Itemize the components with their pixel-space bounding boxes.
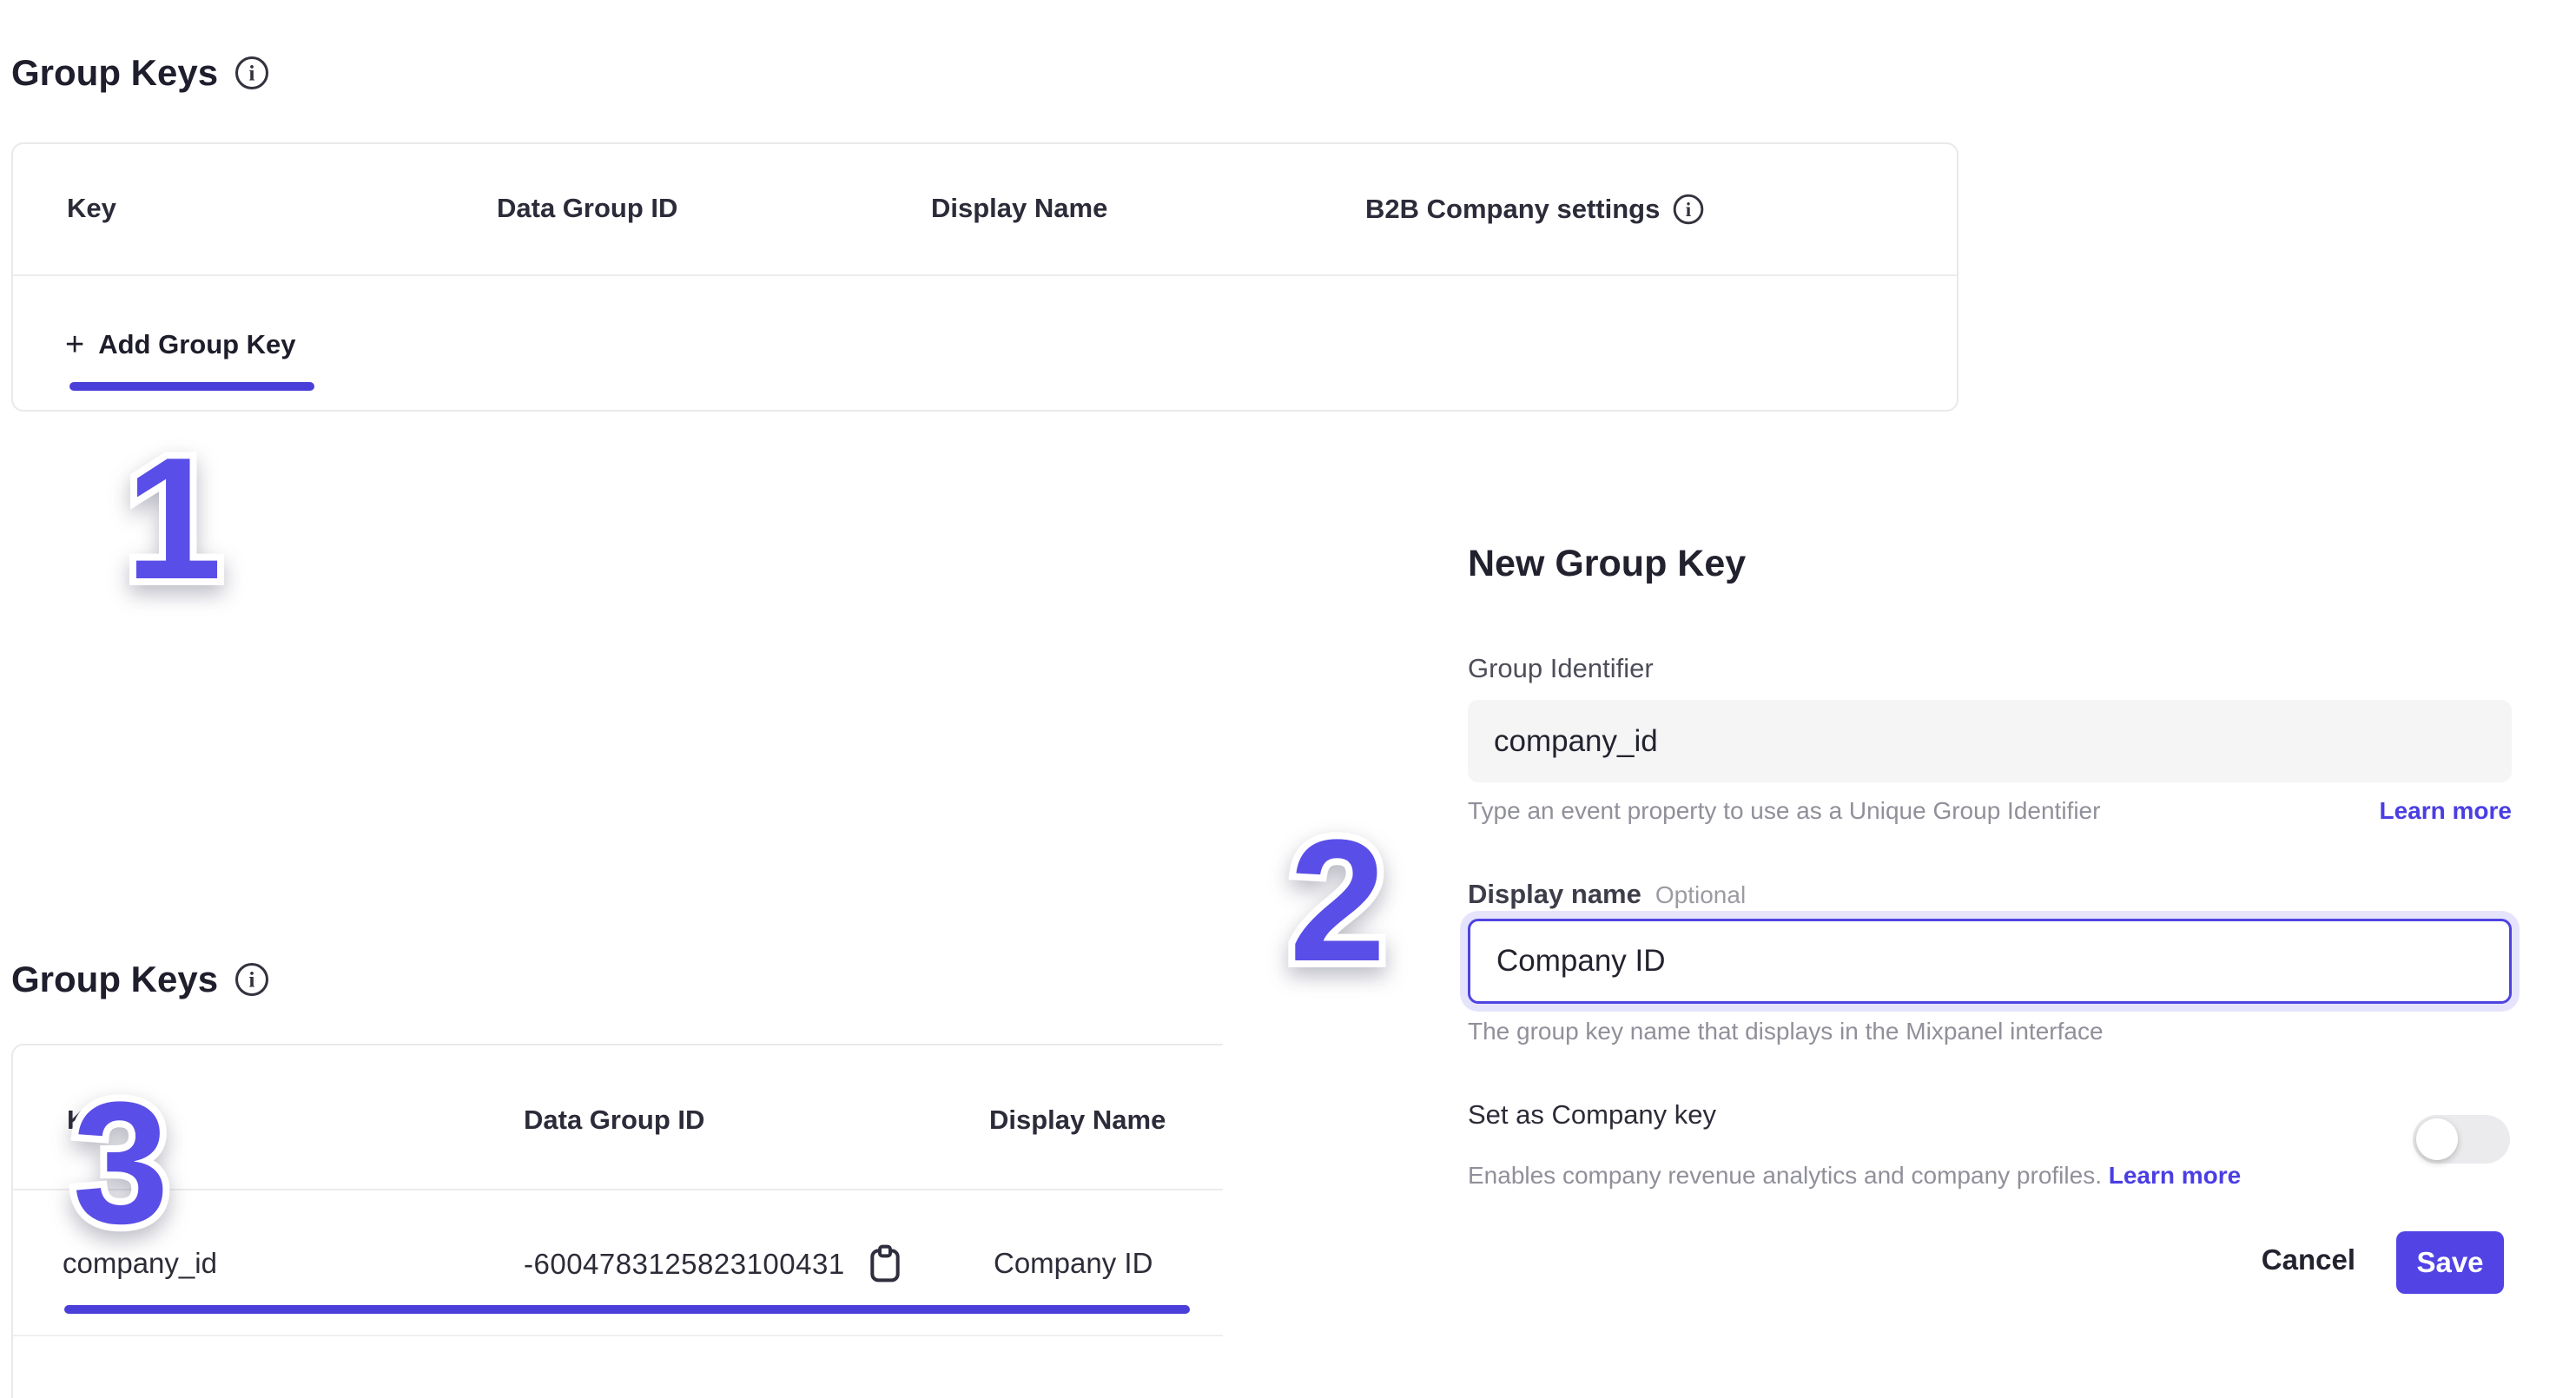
info-icon[interactable]: i: [234, 55, 270, 91]
add-group-key-label: Add Group Key: [98, 329, 295, 360]
step-number-3: 3: [38, 1077, 203, 1250]
column-header-display-name: Display Name: [931, 193, 1107, 224]
company-key-helper: Enables company revenue analytics and co…: [1468, 1162, 2102, 1189]
step-number-2: 2: [1255, 814, 1420, 988]
group-keys-title: Group Keys: [11, 52, 218, 94]
display-name-helper: The group key name that displays in the …: [1468, 1018, 2104, 1045]
column-header-data-group-id: Data Group ID: [524, 1105, 704, 1136]
add-group-key-button[interactable]: + Add Group Key: [65, 328, 296, 361]
learn-more-link[interactable]: Learn more: [2109, 1162, 2242, 1189]
row-separator: [13, 1335, 1223, 1336]
group-identifier-input[interactable]: company_id: [1468, 700, 2512, 782]
form-title: New Group Key: [1468, 543, 1746, 585]
plus-icon: +: [65, 328, 84, 361]
display-name-input[interactable]: Company ID: [1468, 919, 2512, 1004]
set-company-key-label: Set as Company key: [1468, 1099, 1716, 1131]
info-icon[interactable]: i: [234, 961, 270, 998]
display-name-value: Company ID: [1496, 944, 1666, 979]
cancel-button[interactable]: Cancel: [2262, 1243, 2355, 1276]
row-display-name-cell: Company ID: [994, 1247, 1153, 1280]
page-title: Group Keys i: [11, 959, 270, 1000]
group-identifier-label: Group Identifier: [1468, 653, 1654, 684]
company-key-toggle[interactable]: [2413, 1115, 2510, 1164]
page-title: Group Keys i: [11, 52, 270, 94]
group-identifier-value: company_id: [1494, 724, 1658, 759]
step3-highlight-underline: [64, 1305, 1190, 1314]
learn-more-link[interactable]: Learn more: [2380, 797, 2513, 825]
new-group-key-form: New Group Key Group Identifier company_i…: [1468, 0, 2512, 1398]
group-keys-title: Group Keys: [11, 959, 218, 1000]
copy-icon[interactable]: [868, 1243, 902, 1285]
toggle-knob: [2416, 1118, 2458, 1160]
column-header-display-name: Display Name: [989, 1105, 1166, 1136]
company-key-helper-row: Enables company revenue analytics and co…: [1468, 1162, 2241, 1190]
save-button[interactable]: Save: [2396, 1231, 2504, 1294]
step-number-1: 1: [91, 432, 256, 606]
column-header-key: Key: [67, 193, 116, 224]
row-data-group-id-cell: -6004783125823100431: [524, 1243, 902, 1285]
optional-label: Optional: [1655, 881, 1746, 908]
column-header-data-group-id: Data Group ID: [497, 193, 677, 224]
svg-text:i: i: [248, 61, 254, 86]
display-name-label: Display name: [1468, 879, 1641, 909]
display-name-label-row: Display name Optional: [1468, 879, 1746, 910]
svg-text:i: i: [248, 967, 254, 992]
group-identifier-helper: Type an event property to use as a Uniqu…: [1468, 797, 2100, 825]
step1-highlight-underline: [69, 382, 314, 391]
